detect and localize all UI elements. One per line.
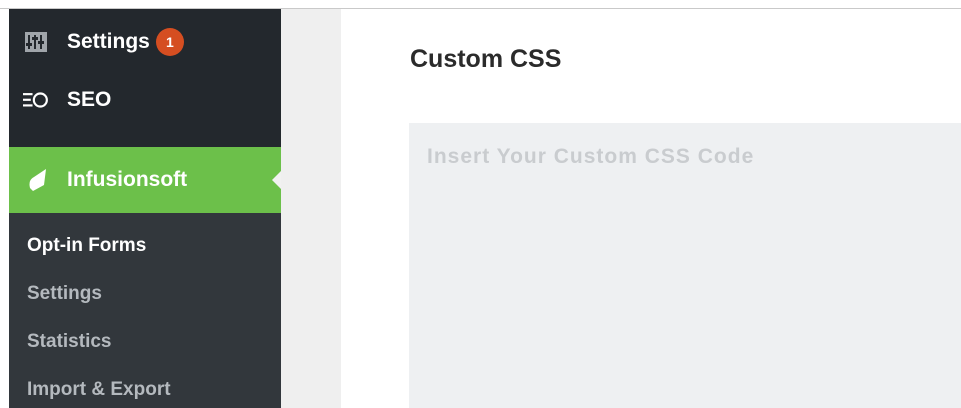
submenu-item-opt-in-forms[interactable]: Opt-in Forms bbox=[27, 235, 146, 257]
sliders-icon bbox=[23, 31, 49, 53]
update-count-badge: 1 bbox=[155, 28, 184, 56]
seo-icon bbox=[23, 89, 49, 111]
sidebar-item-infusionsoft-label: Infusionsoft bbox=[67, 168, 188, 191]
custom-css-input[interactable] bbox=[409, 123, 961, 408]
admin-sidebar: Settings 1 SEO Infusionsoft Opt-in Forms… bbox=[9, 9, 281, 408]
main-content: Custom CSS bbox=[341, 9, 961, 408]
sidebar-item-settings[interactable]: Settings 1 bbox=[9, 25, 281, 59]
submenu-item-import-export[interactable]: Import & Export bbox=[27, 379, 171, 401]
submenu-item-settings[interactable]: Settings bbox=[27, 283, 102, 305]
active-indicator-arrow bbox=[272, 171, 281, 189]
infusionsoft-leaf-icon bbox=[25, 169, 51, 191]
content-gutter bbox=[281, 9, 341, 408]
page-title: Custom CSS bbox=[410, 45, 562, 73]
sidebar-item-seo[interactable]: SEO bbox=[9, 83, 281, 117]
submenu-item-statistics[interactable]: Statistics bbox=[27, 331, 111, 353]
sidebar-item-settings-label: Settings bbox=[67, 30, 150, 53]
app-frame: Settings 1 SEO Infusionsoft Opt-in Forms… bbox=[0, 0, 961, 408]
top-border bbox=[0, 0, 961, 9]
sidebar-item-seo-label: SEO bbox=[67, 88, 112, 111]
infusionsoft-submenu: Opt-in Forms Settings Statistics Import … bbox=[9, 213, 281, 408]
sidebar-item-infusionsoft[interactable]: Infusionsoft bbox=[9, 147, 281, 213]
